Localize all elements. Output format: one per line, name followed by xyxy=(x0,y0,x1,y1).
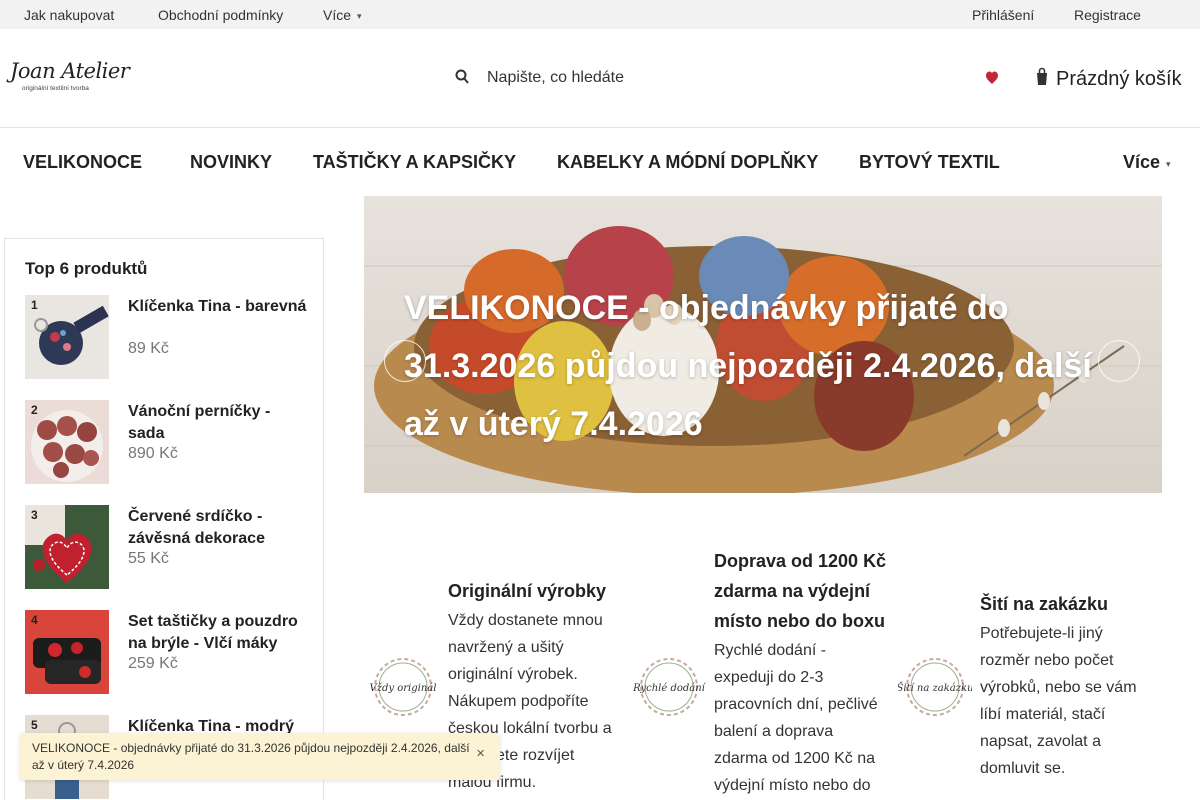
nav-more[interactable]: Více ▾ xyxy=(1123,152,1171,173)
notice-text: VELIKONOCE - objednávky přijaté do 31.3.… xyxy=(32,741,470,772)
nav-item-news[interactable]: NOVINKY xyxy=(190,152,272,173)
wreath-badge-icon: Vždy originál xyxy=(370,658,437,716)
product-name[interactable]: Klíčenka Tina - barevná xyxy=(128,296,308,318)
product-name[interactable]: Červené srdíčko - závěsná dekorace xyxy=(128,506,308,550)
product-rank: 4 xyxy=(31,613,38,627)
nav-item-handbags-accessories[interactable]: KABELKY A MÓDNÍ DOPLŇKY xyxy=(557,152,818,173)
logo-tagline: originální textilní tvorba xyxy=(22,85,89,92)
product-thumbnail[interactable]: 4 xyxy=(25,610,109,694)
product-item[interactable]: 3 Červené srdíčko - závěsná dekorace 55 … xyxy=(25,505,305,589)
cart-label[interactable]: Prázdný košík xyxy=(1056,68,1182,91)
wreath-badge-icon: Šití na zakázku xyxy=(898,658,972,716)
close-icon[interactable]: ✕ xyxy=(476,747,485,760)
hero-banner[interactable]: VELIKONOCE - objednávky přijaté do 31.3.… xyxy=(364,196,1162,493)
register-link[interactable]: Registrace xyxy=(1074,7,1141,23)
nav-item-home-textile[interactable]: BYTOVÝ TEXTIL xyxy=(859,152,1000,173)
product-name[interactable]: Vánoční perníčky - sada xyxy=(128,401,308,445)
product-rank: 3 xyxy=(31,508,38,522)
product-thumbnail[interactable]: 3 xyxy=(25,505,109,589)
link-more-label: Více xyxy=(323,7,352,23)
logo[interactable]: Joan Atelier originální textilní tvorba xyxy=(10,59,130,99)
feature-icon-label: Šití na zakázku xyxy=(898,682,972,694)
feature-text: Potřebujete-li jiný rozměr nebo počet vý… xyxy=(980,625,1137,777)
feature-icon-label: Vždy originál xyxy=(370,683,437,694)
feature-icon-label: Rychlé dodání xyxy=(632,683,706,694)
nav-item-bags-pouches[interactable]: TAŠTIČKY A KAPSIČKY xyxy=(313,152,516,173)
link-how-to-buy[interactable]: Jak nakupovat xyxy=(24,7,114,23)
feature-text: Rychlé dodání - expeduji do 2-3 pracovní… xyxy=(714,642,878,794)
product-name[interactable]: Set taštičky a pouzdro na brýle - Vlčí m… xyxy=(128,611,308,655)
product-price: 259 Kč xyxy=(128,655,178,672)
product-thumbnail[interactable]: 2 xyxy=(25,400,109,484)
notice-banner: VELIKONOCE - objednávky přijaté do 31.3.… xyxy=(20,733,500,780)
product-item[interactable]: 4 Set taštičky a pouzdro na brýle - Vlčí… xyxy=(25,610,305,694)
login-link[interactable]: Přihlášení xyxy=(972,7,1034,23)
product-rank: 5 xyxy=(31,718,38,732)
chevron-down-icon: ▾ xyxy=(357,11,362,21)
sidebar-title: Top 6 produktů xyxy=(25,259,148,278)
main-nav: VELIKONOCE NOVINKY TAŠTIČKY A KAPSIČKY K… xyxy=(0,128,1200,196)
top-products-sidebar: Top 6 produktů 1 Klíčenka Tina - barevná… xyxy=(4,238,324,800)
search-input[interactable] xyxy=(481,65,901,91)
product-item[interactable]: 2 Vánoční perníčky - sada 890 Kč xyxy=(25,400,305,484)
link-more[interactable]: Více ▾ xyxy=(323,7,362,23)
link-terms[interactable]: Obchodní podmínky xyxy=(158,7,283,23)
nav-more-label: Více xyxy=(1123,152,1161,172)
feature-title: Originální výrobky xyxy=(448,581,607,601)
cart-icon[interactable] xyxy=(1035,67,1049,87)
chevron-down-icon: ▾ xyxy=(1166,159,1171,169)
top-bar: Jak nakupovat Obchodní podmínky Více ▾ Př… xyxy=(0,0,1200,29)
logo-script: Joan Atelier xyxy=(10,59,130,83)
nav-item-easter[interactable]: VELIKONOCE xyxy=(23,152,142,173)
feature-title: Doprava od 1200 Kč zdarma na výdejní mís… xyxy=(714,551,887,631)
heart-icon[interactable] xyxy=(986,71,998,85)
product-rank: 1 xyxy=(31,298,38,312)
product-price: 89 Kč xyxy=(128,340,169,357)
product-price: 55 Kč xyxy=(128,550,169,567)
wreath-badge-icon: Rychlé dodání xyxy=(632,658,706,716)
product-rank: 2 xyxy=(31,403,38,417)
banner-text[interactable]: VELIKONOCE - objednávky přijaté do 31.3.… xyxy=(404,279,1124,453)
product-item[interactable]: 1 Klíčenka Tina - barevná 89 Kč xyxy=(25,295,308,379)
header: Joan Atelier originální textilní tvorba … xyxy=(0,29,1200,128)
product-price: 890 Kč xyxy=(128,445,178,462)
search-icon[interactable] xyxy=(455,67,469,87)
feature-title: Šití na zakázku xyxy=(980,594,1109,614)
product-thumbnail[interactable]: 1 xyxy=(25,295,109,379)
